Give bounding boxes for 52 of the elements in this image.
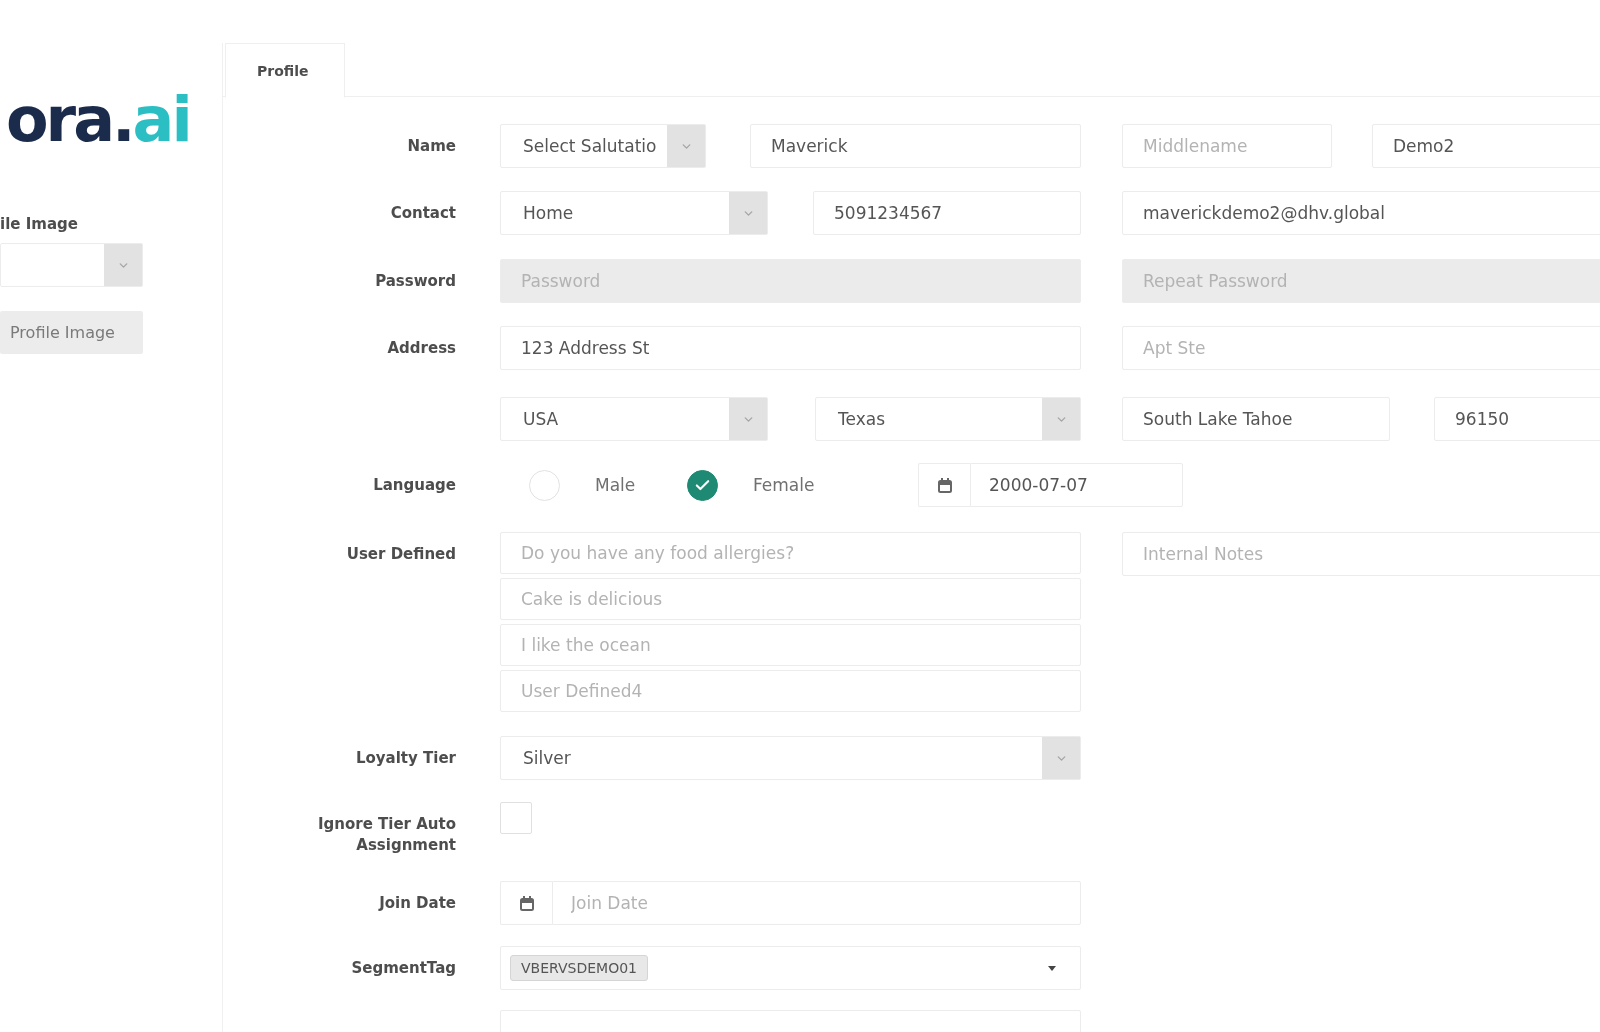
- field-label: Address: [387, 338, 456, 359]
- input-field[interactable]: 96150: [1434, 397, 1600, 441]
- tag-select[interactable]: VBERVSDEMO01: [500, 946, 1081, 990]
- logo: ora.ai: [5, 89, 190, 151]
- field-label: Language: [373, 475, 456, 496]
- tab[interactable]: Profile: [225, 43, 345, 98]
- chevron-down-icon: [729, 398, 767, 440]
- dropdown[interactable]: USA: [500, 397, 768, 441]
- dropdown[interactable]: Texas: [815, 397, 1081, 441]
- input-field[interactable]: Demo2: [1372, 124, 1600, 168]
- input-field[interactable]: Do you have any food allergies?: [500, 532, 1081, 574]
- segment-tag: VBERVSDEMO01: [510, 955, 648, 981]
- chevron-down-icon: [729, 192, 767, 234]
- input-field[interactable]: South Lake Tahoe: [1122, 397, 1390, 441]
- field-label: Loyalty Tier: [355, 748, 456, 769]
- date-picker-button[interactable]: [500, 881, 552, 925]
- dropdown[interactable]: Home: [500, 191, 768, 235]
- caret-down-icon: [1048, 965, 1056, 971]
- input-field[interactable]: Maverick: [750, 124, 1081, 168]
- input-field[interactable]: I like the ocean: [500, 624, 1081, 666]
- field-label: User Defined: [346, 544, 456, 565]
- input-field[interactable]: maverickdemo2@dhv.global: [1122, 191, 1600, 235]
- field-label: Contact: [390, 203, 456, 224]
- date-input[interactable]: 2000-07-07: [970, 463, 1183, 507]
- field-label: Ignore Tier Auto Assignment: [316, 814, 456, 856]
- chevron-down-icon: [104, 244, 142, 286]
- profile-image-button[interactable]: Profile Image: [0, 311, 143, 354]
- calendar-icon: [937, 477, 952, 493]
- chevron-down-icon: [1042, 398, 1080, 440]
- input-field[interactable]: Internal Notes: [1122, 532, 1600, 576]
- dropdown[interactable]: Select Salutatio: [500, 124, 706, 168]
- input-field[interactable]: 123 Address St: [500, 326, 1081, 370]
- checkbox[interactable]: [500, 802, 532, 834]
- dropdown[interactable]: [0, 243, 143, 287]
- date-picker-button[interactable]: [918, 463, 970, 507]
- radio-label: Female: [753, 475, 815, 495]
- input-field[interactable]: Apt Ste: [1122, 326, 1600, 370]
- input-field[interactable]: Cake is delicious: [500, 578, 1081, 620]
- calendar-icon: [519, 895, 534, 911]
- chevron-down-icon: [1042, 737, 1080, 779]
- chevron-down-icon: [667, 125, 705, 167]
- field-label: SegmentTag: [351, 958, 456, 979]
- input-field[interactable]: User Defined4: [500, 670, 1081, 712]
- radio-button[interactable]: [687, 469, 718, 501]
- input-field[interactable]: Middlename: [1122, 124, 1332, 168]
- dropdown[interactable]: Silver: [500, 736, 1081, 780]
- field-label: ile Image: [0, 214, 78, 234]
- radio-label: Male: [595, 475, 636, 495]
- field-label: Password: [375, 271, 456, 292]
- field-label: Join Date: [379, 893, 456, 914]
- field-label: Name: [407, 136, 456, 157]
- input-field[interactable]: 5091234567: [813, 191, 1081, 235]
